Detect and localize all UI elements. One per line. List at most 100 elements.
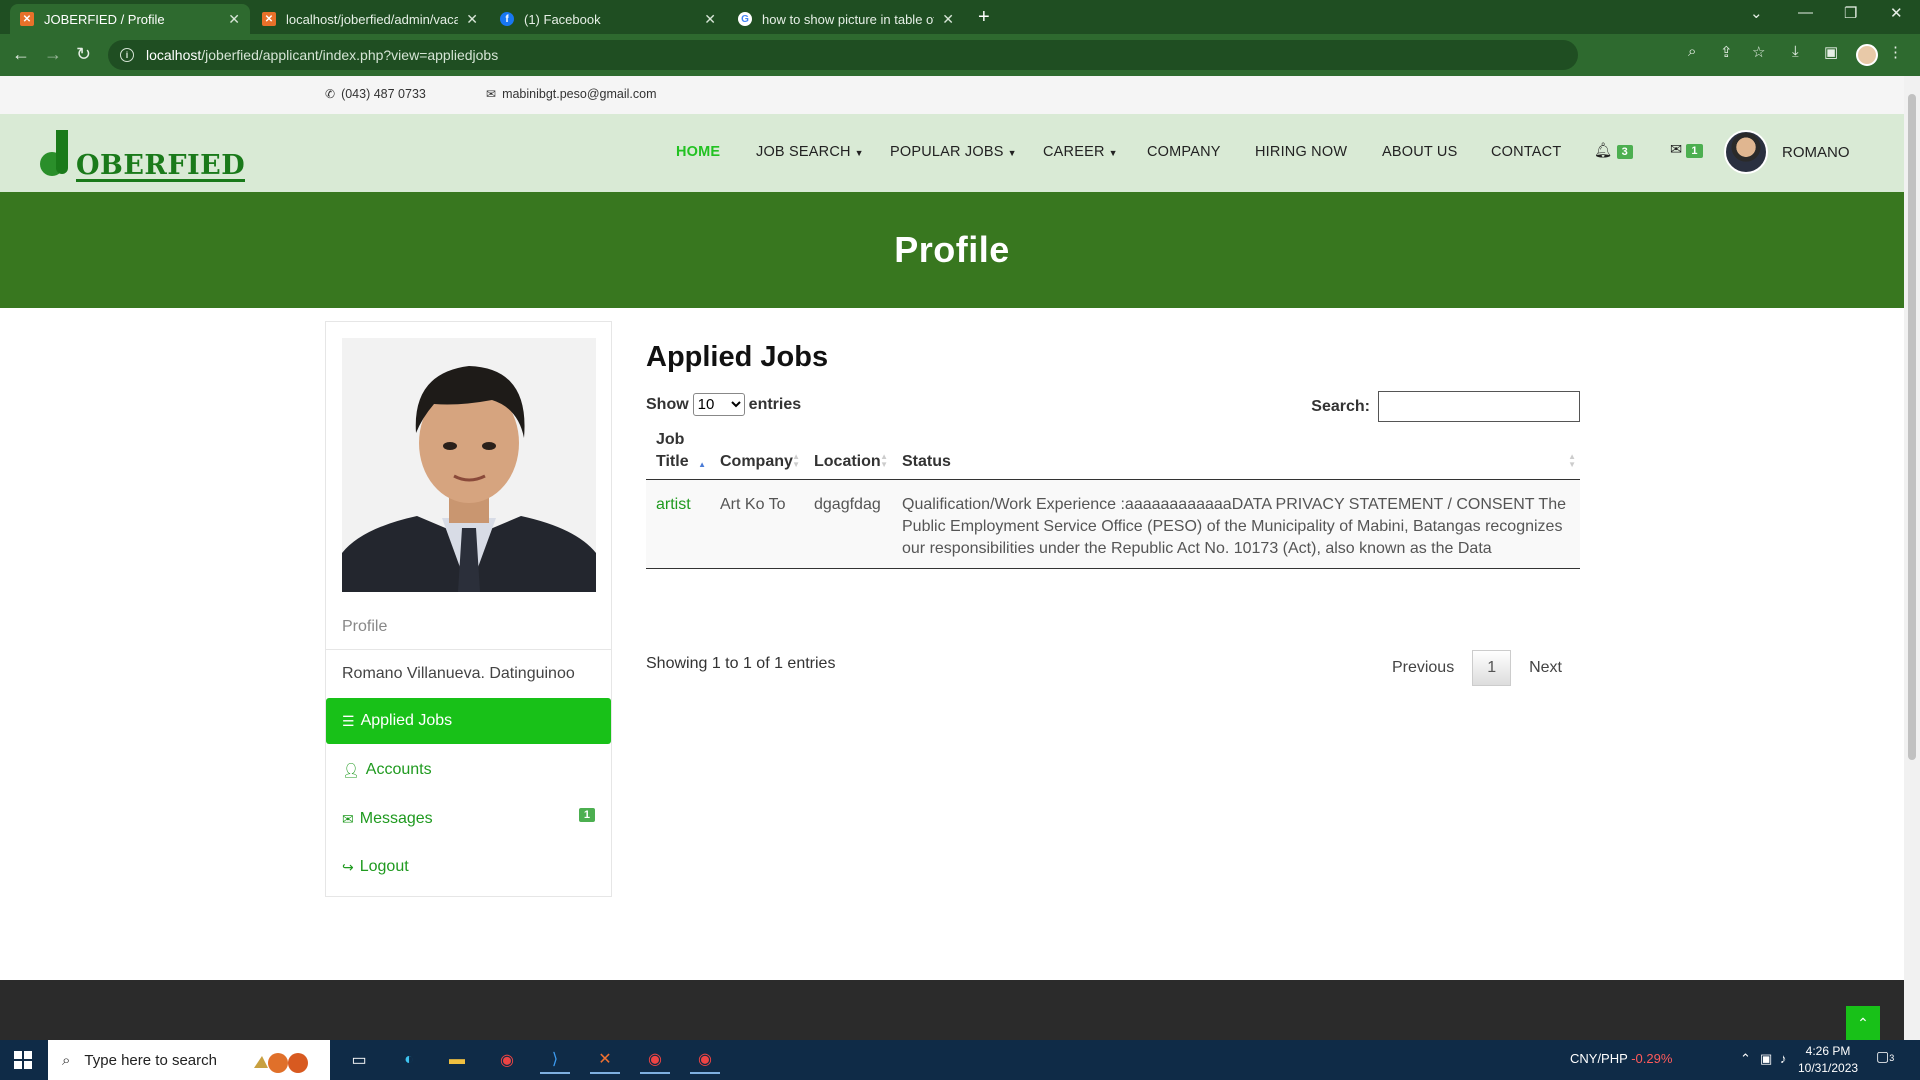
- sidebar-item-accounts[interactable]: 👤︎ Accounts: [326, 747, 611, 793]
- browser-tab-facebook[interactable]: f (1) Facebook ✕: [490, 4, 726, 34]
- tab-title: JOBERFIED / Profile: [44, 11, 165, 27]
- sidebar-item-logout[interactable]: ↪ Logout: [326, 844, 611, 890]
- download-icon[interactable]: ⤓: [1792, 43, 1799, 60]
- previous-page-button[interactable]: Previous: [1374, 651, 1472, 685]
- share-icon[interactable]: ⇪: [1720, 43, 1733, 61]
- nav-hiring-now[interactable]: HIRING NOW: [1255, 144, 1347, 160]
- reload-icon[interactable]: ↻: [76, 44, 91, 65]
- taskbar-search[interactable]: ⌕ Type here to search: [48, 1040, 330, 1080]
- side-panel-icon[interactable]: ▣: [1824, 43, 1838, 61]
- show-hidden-icons-icon[interactable]: ⌃: [1740, 1051, 1751, 1067]
- bookmark-star-icon[interactable]: ☆: [1752, 43, 1765, 61]
- zoom-icon[interactable]: ⌕: [1688, 43, 1696, 60]
- column-header-label: Job Title: [656, 431, 689, 470]
- messages-button[interactable]: ✉ 1: [1670, 142, 1703, 158]
- search-label: Search:: [1311, 397, 1370, 415]
- notifications-button[interactable]: 🔔︎ 3: [1594, 142, 1633, 159]
- vscode-icon[interactable]: ⟩: [540, 1046, 570, 1074]
- xampp-icon[interactable]: ✕: [590, 1046, 620, 1074]
- close-tab-icon[interactable]: ✕: [466, 11, 478, 28]
- nav-job-search-label: JOB SEARCH: [756, 144, 851, 160]
- column-header-status[interactable]: Status ▲ ▼: [892, 429, 1580, 480]
- browser-toolbar: ← → ↻ i localhost /joberfied/applicant/i…: [0, 34, 1920, 76]
- column-header-company[interactable]: Company ▲ ▼: [710, 429, 804, 480]
- browser-tab-strip: ✕ JOBERFIED / Profile ✕ ✕ localhost/jobe…: [0, 0, 1920, 34]
- task-view-icon[interactable]: ▭: [344, 1046, 374, 1074]
- show-label: Show: [646, 395, 689, 413]
- currency-pair: CNY/PHP: [1570, 1051, 1628, 1066]
- forward-icon[interactable]: →: [44, 44, 62, 65]
- column-header-location[interactable]: Location ▲ ▼: [804, 429, 892, 480]
- page-length-select[interactable]: 10: [692, 393, 745, 416]
- tab-search-chevron-icon[interactable]: ⌄: [1750, 4, 1763, 22]
- currency-widget[interactable]: CNY/PHP -0.29%: [1570, 1051, 1672, 1066]
- back-to-top-button[interactable]: ⌃: [1846, 1006, 1880, 1040]
- table-row: artist Art Ko To dgagfdag Qualification/…: [646, 479, 1580, 569]
- nav-contact[interactable]: CONTACT: [1491, 144, 1561, 160]
- sidebar-item-applied-jobs[interactable]: ☰ Applied Jobs: [326, 698, 611, 744]
- job-title-link[interactable]: artist: [656, 496, 691, 513]
- nav-company[interactable]: COMPANY: [1147, 144, 1221, 160]
- page-1-button[interactable]: 1: [1472, 650, 1512, 686]
- user-name[interactable]: ROMANO: [1782, 144, 1850, 161]
- page-title: Profile: [894, 229, 1010, 270]
- site-info-icon[interactable]: i: [120, 48, 134, 62]
- browser-menu-icon[interactable]: ⋮: [1888, 43, 1903, 61]
- next-page-button[interactable]: Next: [1511, 651, 1580, 685]
- file-explorer-icon[interactable]: ▬: [442, 1046, 472, 1074]
- nav-about-us[interactable]: ABOUT US: [1382, 144, 1457, 160]
- search-input[interactable]: [1378, 391, 1580, 422]
- logo-mark-icon: [38, 130, 80, 182]
- nav-career[interactable]: CAREER ▼: [1043, 144, 1118, 160]
- address-bar[interactable]: i localhost /joberfied/applicant/index.p…: [108, 40, 1578, 70]
- sidebar-section-label: Profile: [326, 604, 611, 650]
- column-header-label: Status: [902, 453, 951, 470]
- chrome-icon[interactable]: ◉: [492, 1046, 522, 1074]
- sidebar-full-name: Romano Villanueva. Datinguinoo: [342, 665, 575, 682]
- chrome-profile-icon[interactable]: ◉: [640, 1046, 670, 1074]
- nav-home[interactable]: HOME: [676, 144, 720, 160]
- back-icon[interactable]: ←: [12, 44, 30, 65]
- messages-badge: 1: [1686, 144, 1703, 158]
- user-avatar[interactable]: [1724, 130, 1768, 174]
- browser-profile-avatar[interactable]: [1856, 44, 1878, 66]
- chrome-profile-2-icon[interactable]: ◉: [690, 1046, 720, 1074]
- page-scrollbar[interactable]: [1904, 76, 1920, 1040]
- profile-photo: [342, 338, 596, 592]
- notification-center-icon[interactable]: ▢3: [1876, 1048, 1900, 1072]
- new-tab-icon[interactable]: +: [978, 6, 990, 29]
- browser-tab-google[interactable]: G how to show picture in table of ✕: [728, 4, 964, 34]
- taskbar-search-placeholder: Type here to search: [84, 1051, 217, 1069]
- browser-tab-profile[interactable]: ✕ JOBERFIED / Profile ✕: [10, 4, 250, 34]
- scrollbar-thumb[interactable]: [1908, 94, 1916, 760]
- windows-taskbar: ⌕ Type here to search ▭ ◐ ▬ ◉ ⟩ ✕ ◉ ◉ CN…: [0, 1040, 1920, 1080]
- volume-icon[interactable]: ♪: [1780, 1051, 1787, 1066]
- table-search: Search:: [1311, 391, 1580, 422]
- xampp-icon: ✕: [262, 12, 276, 26]
- sort-icon: ▲ ▼: [880, 452, 888, 469]
- close-tab-icon[interactable]: ✕: [942, 11, 954, 28]
- browser-tab-admin[interactable]: ✕ localhost/joberfied/admin/vacan ✕: [252, 4, 488, 34]
- column-header-job-title[interactable]: Job Title ▲: [646, 429, 710, 480]
- phone-number: (043) 487 0733: [341, 87, 426, 101]
- minimize-icon[interactable]: —: [1798, 4, 1813, 21]
- close-window-icon[interactable]: ✕: [1890, 4, 1903, 22]
- xampp-icon: ✕: [20, 12, 34, 26]
- nav-popular-jobs[interactable]: POPULAR JOBS ▼: [890, 144, 1017, 160]
- edge-icon[interactable]: ◐: [394, 1046, 424, 1074]
- system-clock[interactable]: 4:26 PM 10/31/2023: [1798, 1043, 1858, 1077]
- phone-info: ✆ (043) 487 0733: [325, 87, 426, 101]
- list-icon: ☰: [342, 712, 355, 729]
- site-logo[interactable]: OBERFIED: [38, 130, 246, 182]
- close-tab-icon[interactable]: ✕: [704, 11, 716, 28]
- sidebar-item-messages[interactable]: ✉ Messages 1: [326, 796, 611, 842]
- profile-photo-image: [342, 338, 596, 592]
- windows-start-icon[interactable]: [14, 1051, 32, 1069]
- applied-jobs-table: Job Title ▲ Company ▲ ▼ Location ▲ ▼ Status ▲ ▼…: [646, 429, 1580, 569]
- network-icon[interactable]: ▣: [1760, 1051, 1772, 1067]
- nav-job-search[interactable]: JOB SEARCH ▼: [756, 144, 864, 160]
- close-tab-icon[interactable]: ✕: [228, 11, 240, 28]
- restore-icon[interactable]: ❐: [1844, 4, 1857, 22]
- email-info: ✉ mabinibgt.peso@gmail.com: [486, 87, 657, 101]
- logo-text: OBERFIED: [76, 150, 246, 182]
